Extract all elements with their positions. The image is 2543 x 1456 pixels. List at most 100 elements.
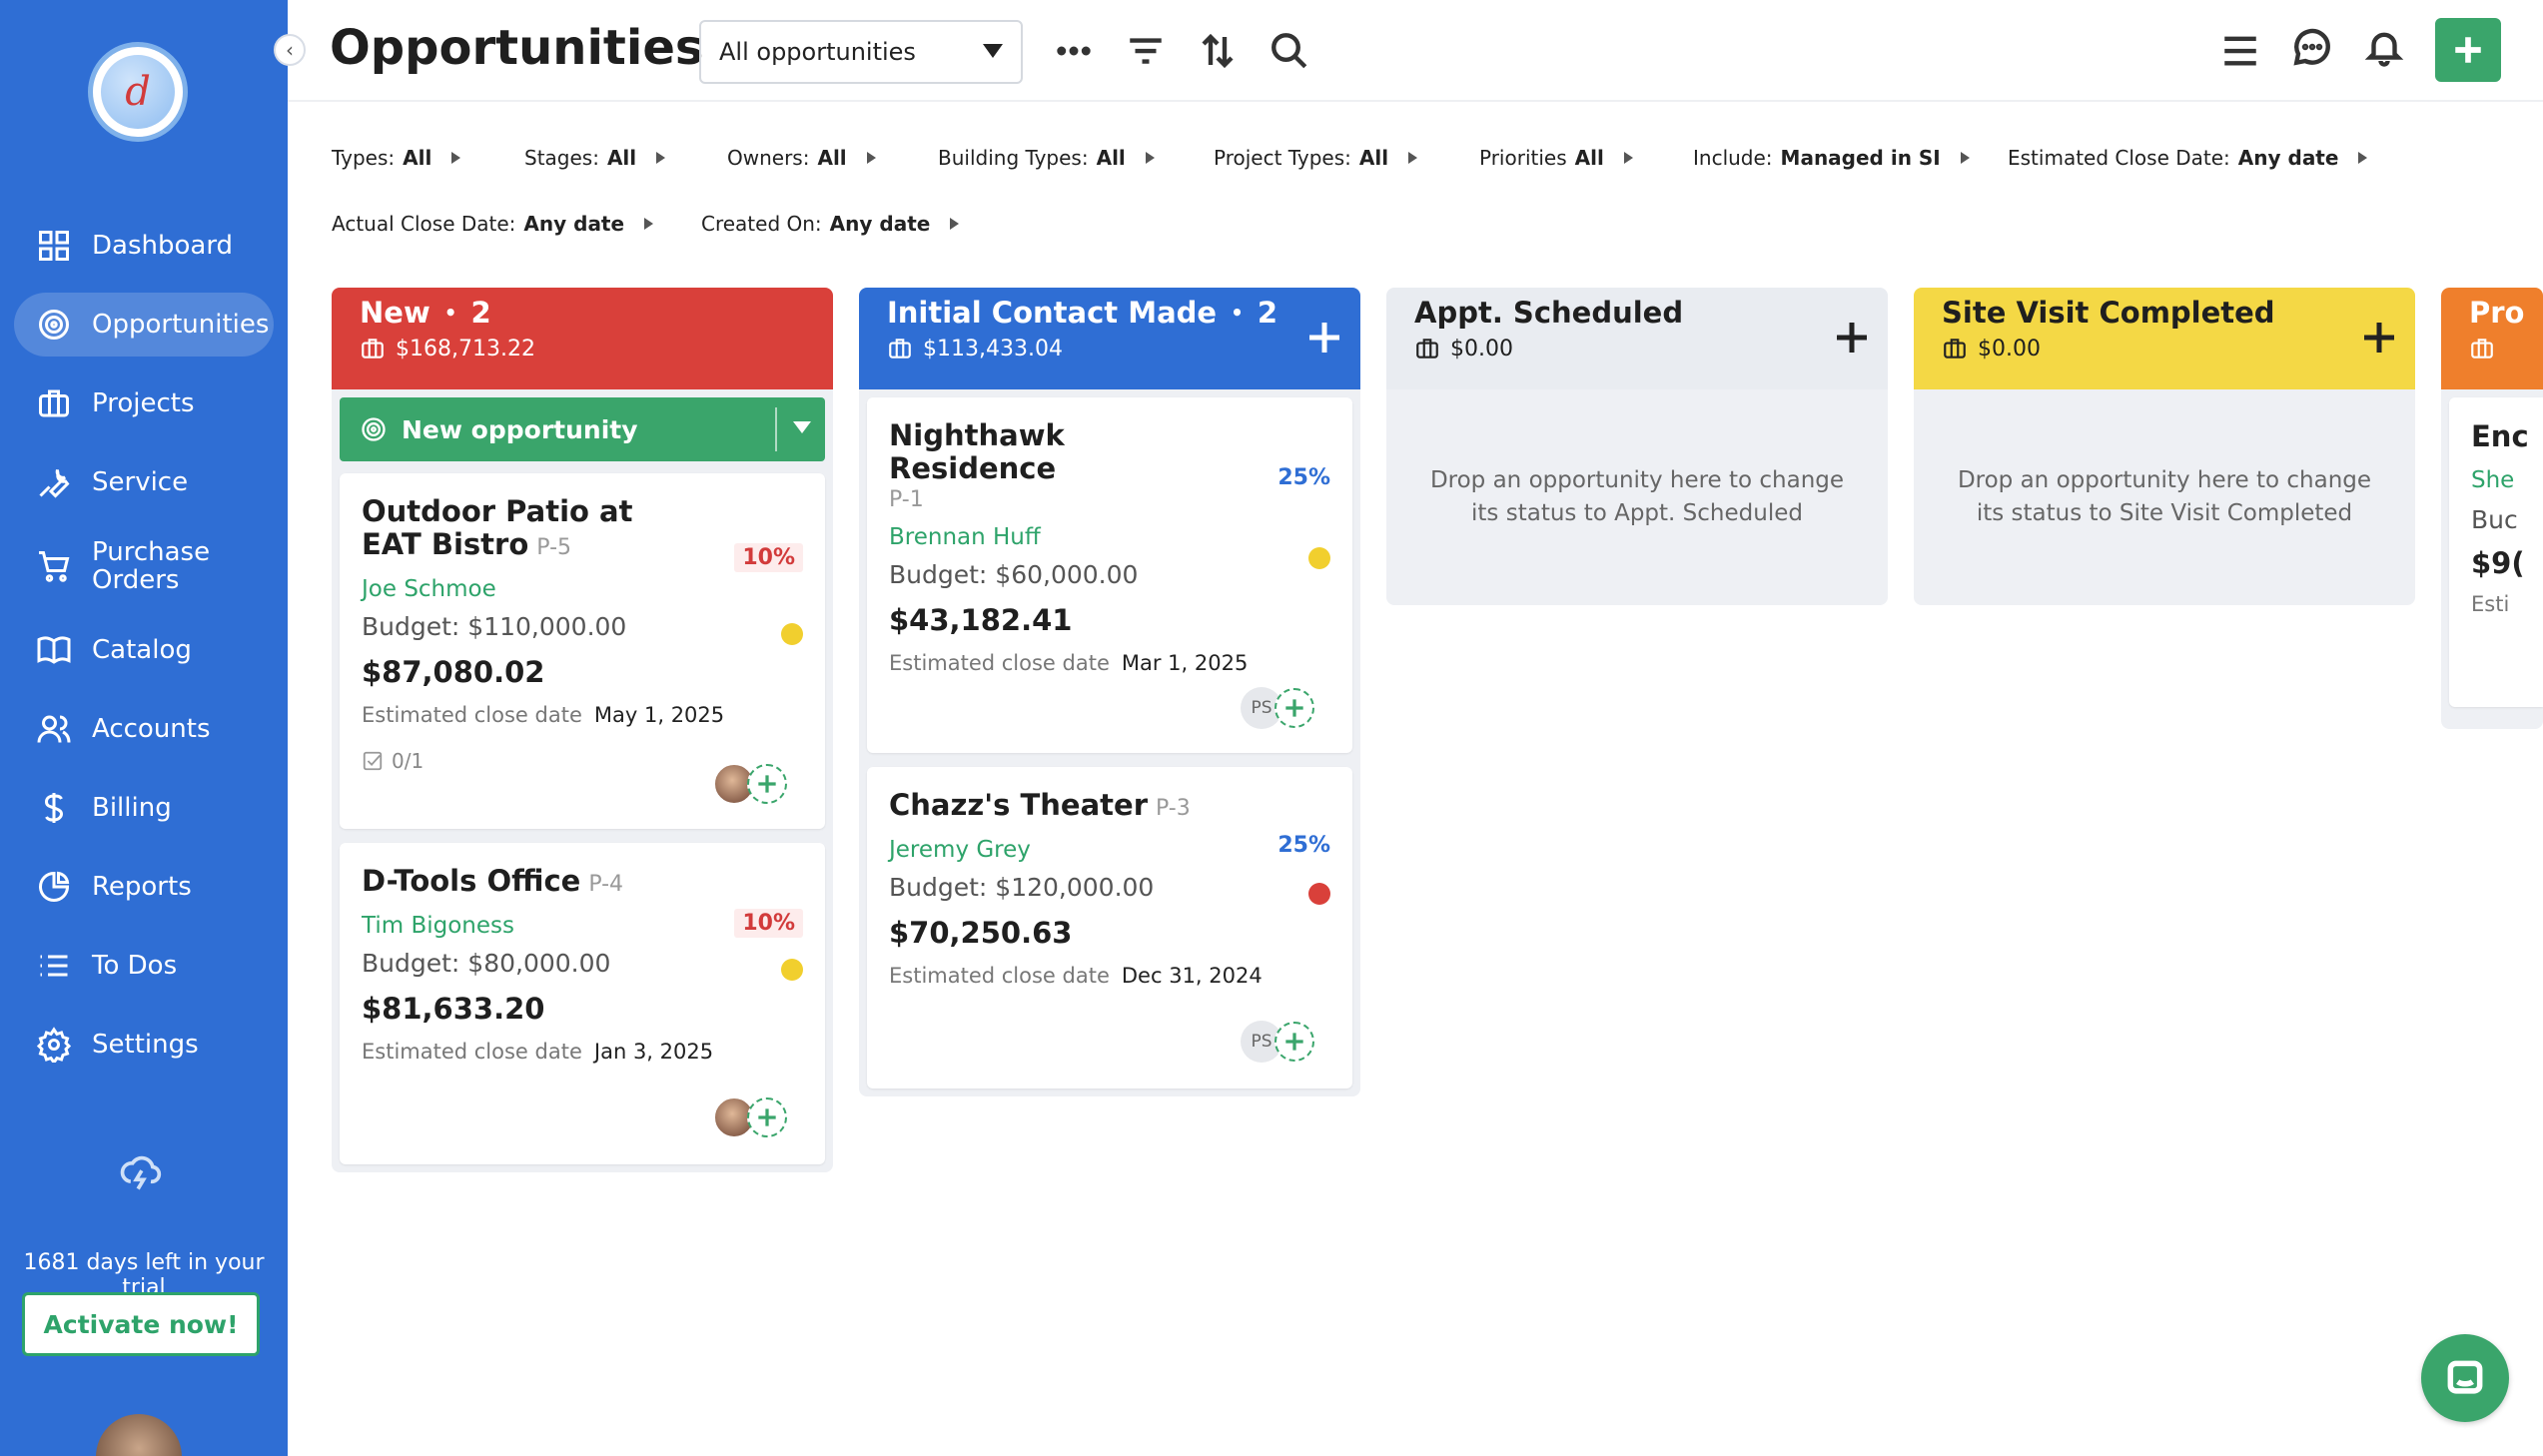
add-assignee-button[interactable]	[747, 764, 787, 804]
plus-icon	[1285, 1033, 1303, 1051]
menu-button[interactable]	[2215, 26, 2265, 76]
filter-value: Managed in SI	[1780, 146, 1941, 170]
activate-now-button[interactable]: Activate now!	[22, 1292, 260, 1356]
close-date: May 1, 2025	[593, 703, 725, 727]
more-horizontal-icon	[1057, 46, 1091, 56]
column-total-amount: $168,713.22	[396, 336, 535, 362]
wrench-icon	[34, 462, 74, 502]
filter-estimated-close-date[interactable]: Estimated Close Date: Any date	[2008, 146, 2368, 170]
close-label: Estimated close date	[362, 703, 582, 727]
filter-created-on[interactable]: Created On: Any date	[701, 212, 960, 236]
card-title-text: D-Tools Office	[362, 864, 581, 898]
column-count: 2	[470, 296, 491, 330]
target-icon	[362, 417, 386, 441]
plus-icon	[758, 1108, 776, 1126]
notifications-button[interactable]	[2359, 22, 2409, 72]
column-body: New opportunity Outdoor Patio at EAT Bis…	[332, 389, 833, 1172]
sidebar-item-opportunities[interactable]: Opportunities	[14, 293, 274, 357]
sidebar-item-projects[interactable]: Projects	[14, 371, 274, 435]
contact-link[interactable]: Joe Schmoe	[362, 576, 803, 602]
filter-value: Any date	[829, 212, 931, 236]
sidebar-item-service[interactable]: Service	[14, 450, 274, 514]
opportunity-card[interactable]: Outdoor Patio at EAT Bistro P-5 10% Joe S…	[340, 473, 825, 829]
page-title: Opportunities	[330, 20, 704, 76]
sidebar: d Dashboard Opportunities Projects Servi…	[0, 0, 288, 1456]
filter-value: All	[1574, 146, 1604, 170]
bullet: •	[1231, 301, 1244, 325]
project-id: P-4	[588, 872, 624, 897]
add-button[interactable]	[2435, 18, 2501, 82]
filter-label: Types:	[332, 146, 396, 170]
caret-right-icon	[1145, 152, 1155, 164]
briefcase-icon	[889, 339, 911, 359]
filter-types[interactable]: Types: All	[332, 146, 461, 170]
opportunity-card[interactable]: Nighthawk Residence P-1 25% Brennan Huff…	[867, 397, 1352, 753]
sidebar-item-label: Catalog	[92, 635, 192, 665]
task-count-text: 0/1	[392, 749, 424, 773]
column-total: $113,433.04	[887, 336, 1332, 362]
add-to-column-button[interactable]	[1832, 318, 1872, 358]
opportunity-card[interactable]: D-Tools Office P-4 10% Tim Bigoness Budge…	[340, 843, 825, 1164]
filter-actual-close-date[interactable]: Actual Close Date: Any date	[332, 212, 654, 236]
target-icon	[34, 305, 74, 345]
card-title: Chazz's Theater P-3	[889, 789, 1249, 825]
stage-column-new: New • 2 $168,713.22 New opportunity Outdoo…	[332, 288, 833, 1172]
collapse-sidebar-button[interactable]: ‹	[274, 34, 306, 66]
opportunity-card[interactable]: Enc She Buc $9( Esti	[2449, 397, 2543, 707]
view-select[interactable]: All opportunities	[699, 20, 1023, 84]
chevron-left-icon: ‹	[286, 38, 294, 62]
column-total: $168,713.22	[360, 336, 805, 362]
card-assignees: PS	[1241, 687, 1314, 729]
chat-launcher-button[interactable]	[2421, 1334, 2509, 1422]
chat-messages-button[interactable]	[2287, 22, 2337, 72]
chevron-down-icon[interactable]	[793, 421, 811, 433]
caret-right-icon	[1623, 152, 1633, 164]
gear-icon	[34, 1025, 74, 1065]
opportunity-card[interactable]: Chazz's Theater P-3 25% Jeremy Grey Budge…	[867, 767, 1352, 1089]
filter-project-types[interactable]: Project Types: All	[1214, 146, 1418, 170]
add-to-column-button[interactable]	[2359, 318, 2399, 358]
new-opportunity-button[interactable]: New opportunity	[340, 397, 825, 461]
sidebar-item-label: Reports	[92, 872, 192, 902]
close-date: Dec 31, 2024	[1121, 964, 1263, 988]
hamburger-icon	[2224, 36, 2256, 66]
sidebar-item-billing[interactable]: Billing	[14, 776, 274, 840]
filter-stages[interactable]: Stages: All	[524, 146, 666, 170]
app-logo[interactable]: d	[88, 42, 188, 142]
sidebar-item-catalog[interactable]: Catalog	[14, 618, 274, 682]
sidebar-item-settings[interactable]: Settings	[14, 1013, 274, 1077]
filter-building-types[interactable]: Building Types: All	[938, 146, 1155, 170]
sidebar-item-todos[interactable]: To Dos	[14, 934, 274, 998]
stage-column-initial-contact-made: Initial Contact Made • 2 $113,433.04 Night…	[859, 288, 1360, 1096]
budget: Buc	[2471, 505, 2518, 534]
add-assignee-button[interactable]	[1274, 1022, 1314, 1062]
close-date: Jan 3, 2025	[593, 1040, 714, 1064]
user-avatar[interactable]	[96, 1414, 182, 1456]
filter-button[interactable]	[1121, 26, 1171, 76]
sidebar-item-dashboard[interactable]: Dashboard	[14, 214, 274, 278]
sidebar-item-reports[interactable]: Reports	[14, 855, 274, 919]
add-assignee-button[interactable]	[747, 1097, 787, 1137]
sidebar-item-accounts[interactable]: Accounts	[14, 697, 274, 761]
bullet: •	[443, 301, 457, 325]
drop-zone-message: Drop an opportunity here to change its s…	[1957, 467, 2372, 526]
users-icon	[34, 709, 74, 749]
status-dot	[781, 959, 803, 981]
add-assignee-button[interactable]	[1274, 688, 1314, 728]
filter-include[interactable]: Include: Managed in SI	[1693, 146, 1970, 170]
caret-right-icon	[451, 152, 461, 164]
column-total	[2469, 336, 2515, 362]
column-header: Appt. Scheduled $0.00	[1386, 288, 1888, 389]
search-button[interactable]	[1265, 26, 1314, 76]
contact-link[interactable]: She	[2471, 467, 2521, 493]
contact-link[interactable]: Brennan Huff	[889, 524, 1330, 550]
sidebar-item-purchase-orders[interactable]: Purchase Orders	[14, 529, 274, 603]
filter-value: Any date	[2237, 146, 2339, 170]
more-options-button[interactable]	[1049, 26, 1099, 76]
add-to-column-button[interactable]	[1304, 318, 1344, 358]
sort-button[interactable]	[1193, 26, 1243, 76]
filter-priorities[interactable]: Priorities All	[1479, 146, 1633, 170]
sidebar-item-label: To Dos	[92, 951, 178, 981]
filter-owners[interactable]: Owners: All	[727, 146, 876, 170]
contact-link[interactable]: Jeremy Grey	[889, 837, 1330, 863]
